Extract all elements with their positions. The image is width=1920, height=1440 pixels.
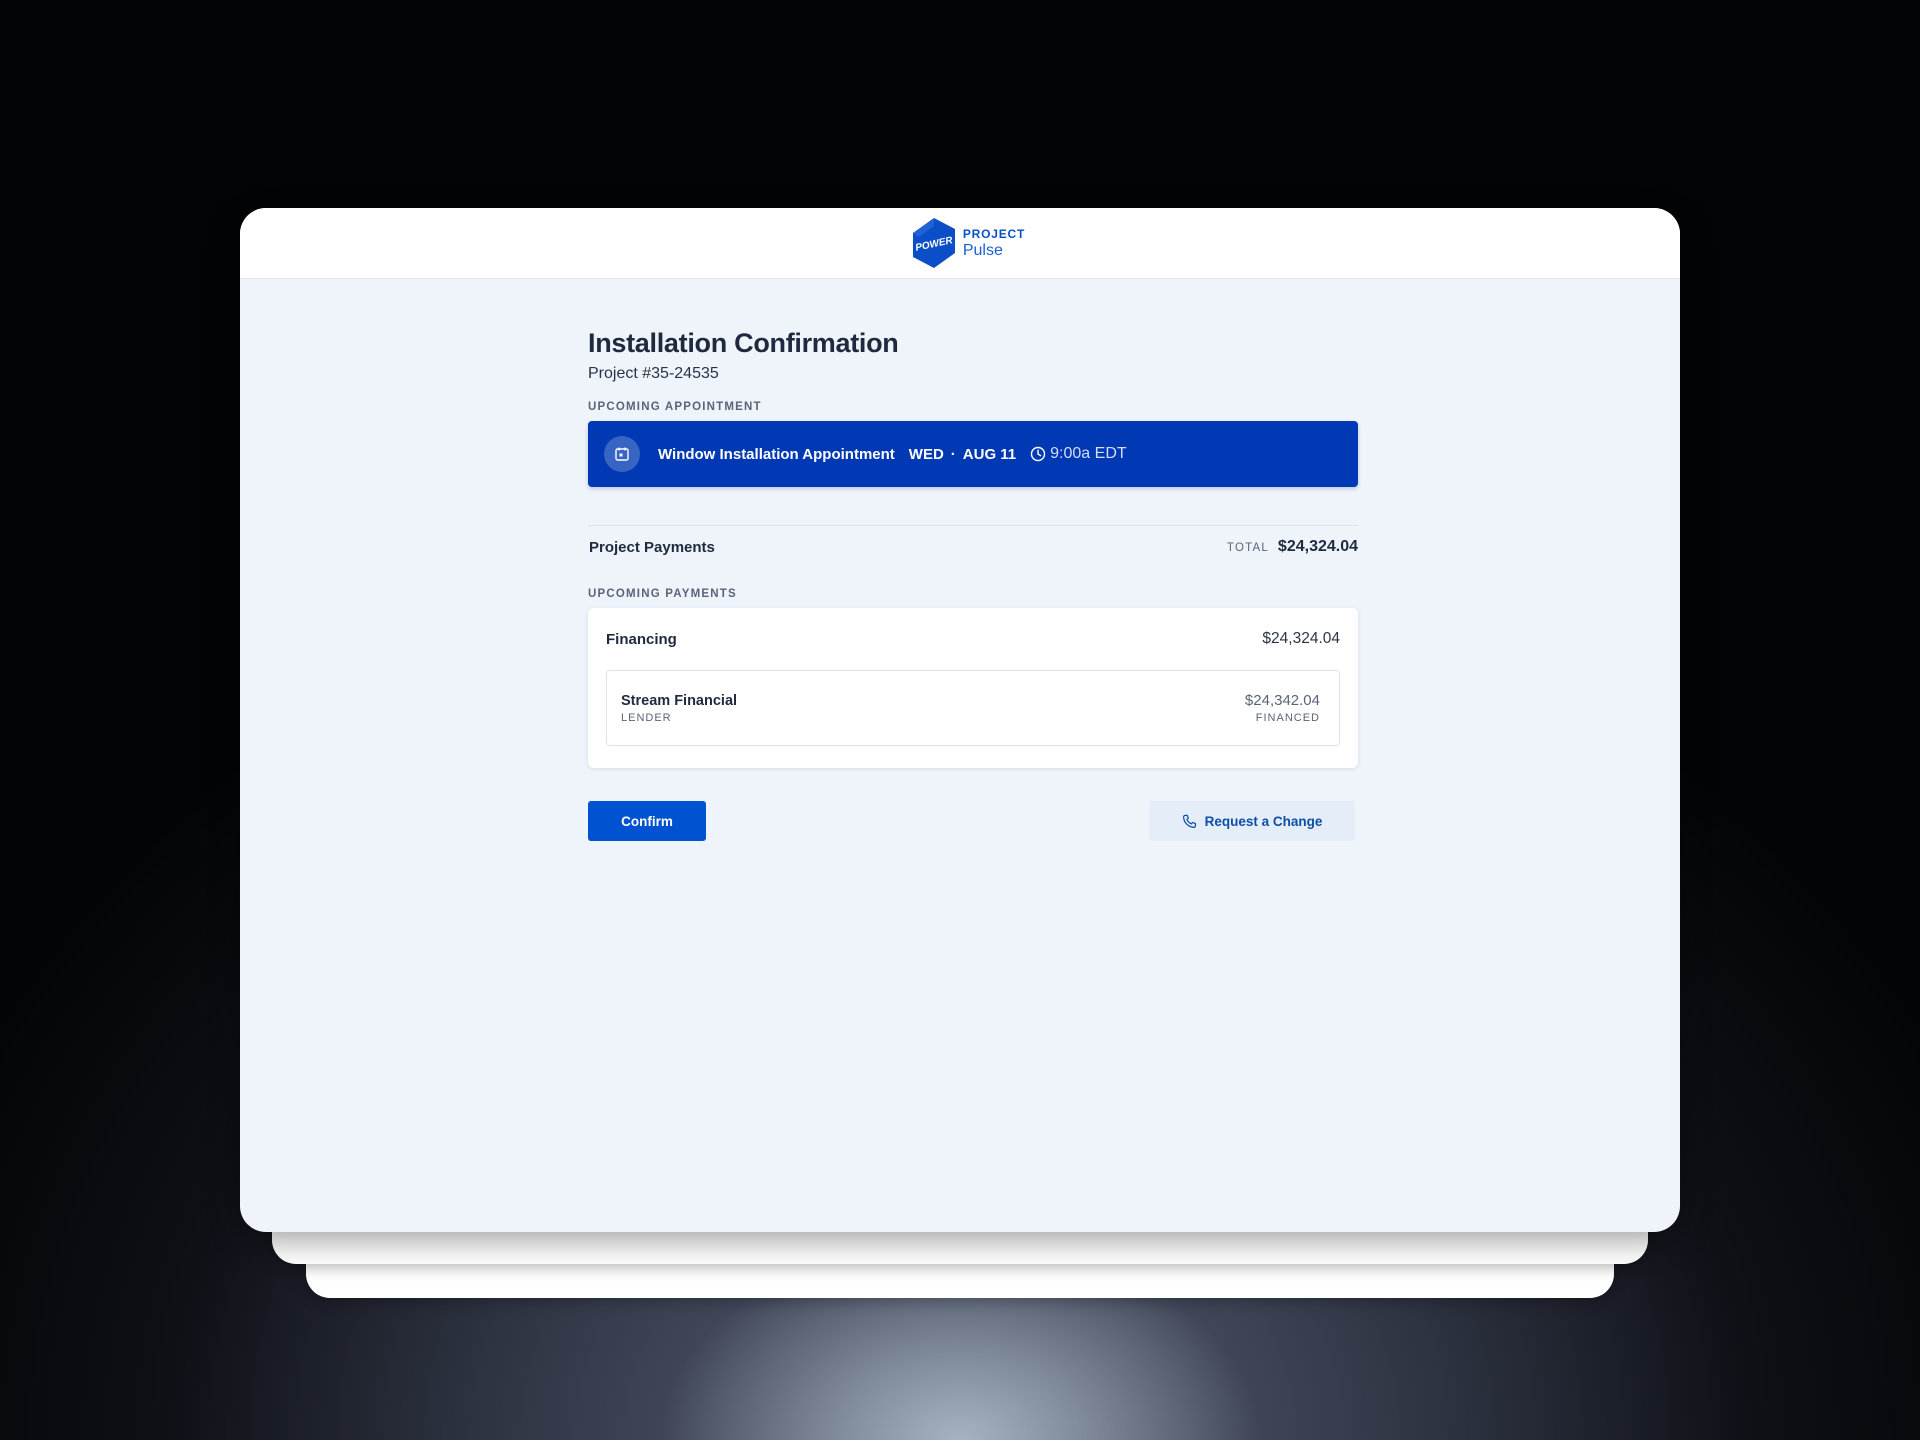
lender-details: Stream Financial LENDER $24,342.04 FINAN…: [606, 670, 1340, 746]
app-window: POWER PROJECT Pulse Installation Confirm…: [240, 208, 1680, 1232]
upcoming-payments-label: UPCOMING PAYMENTS: [588, 588, 737, 600]
brand-pulse-label: Pulse: [962, 241, 1003, 259]
appointment-time: 9:00a EDT: [1050, 445, 1127, 462]
appointment-banner[interactable]: Window Installation Appointment WED · AU…: [588, 421, 1358, 487]
project-number: Project #35-24535: [588, 365, 719, 382]
appointment-day: WED: [908, 445, 944, 463]
power-logo-icon: POWER: [912, 218, 955, 268]
brand-logo-group[interactable]: POWER PROJECT Pulse: [911, 217, 1025, 269]
total-amount: $24,324.04: [1277, 538, 1358, 555]
total-summary: TOTAL $24,324.04: [1227, 538, 1358, 556]
appointment-icon-badge: [604, 436, 640, 472]
phone-icon: [1182, 814, 1196, 828]
financing-header: Financing $24,324.04: [606, 608, 1340, 670]
appointment-date: AUG 11: [962, 445, 1017, 463]
brand-project-label: PROJECT: [962, 226, 1026, 241]
action-bar: Confirm Request a Change: [588, 801, 1358, 841]
financed-amount: $24,342.04: [1244, 692, 1320, 709]
financing-amount: $24,324.04: [1262, 630, 1340, 647]
financed-info: $24,342.04 FINANCED: [1245, 692, 1320, 724]
lender-name: Stream Financial: [621, 692, 738, 709]
request-change-label: Request a Change: [1204, 813, 1323, 829]
financed-label: FINANCED: [1255, 712, 1320, 724]
clock-icon: [1030, 446, 1046, 462]
main-content: Installation Confirmation Project #35-24…: [588, 328, 1358, 841]
brand-text: PROJECT Pulse: [963, 228, 1025, 259]
request-change-button[interactable]: Request a Change: [1149, 801, 1355, 841]
lender-info: Stream Financial LENDER: [621, 693, 737, 724]
calendar-icon: [615, 447, 629, 461]
appointment-separator: ·: [950, 445, 956, 463]
page-title: Installation Confirmation: [588, 328, 899, 358]
total-label: TOTAL: [1226, 542, 1269, 554]
financing-title: Financing: [606, 630, 677, 648]
confirm-button[interactable]: Confirm: [588, 801, 706, 841]
upcoming-appointment-label: UPCOMING APPOINTMENT: [588, 401, 762, 413]
financing-card: Financing $24,324.04 Stream Financial LE…: [588, 608, 1358, 768]
top-bar: POWER PROJECT Pulse: [240, 208, 1680, 279]
lender-label: LENDER: [621, 711, 672, 724]
project-payments-header: Project Payments TOTAL $24,324.04: [588, 526, 1358, 568]
project-payments-title: Project Payments: [589, 538, 715, 556]
appointment-title: Window Installation Appointment: [658, 445, 895, 463]
